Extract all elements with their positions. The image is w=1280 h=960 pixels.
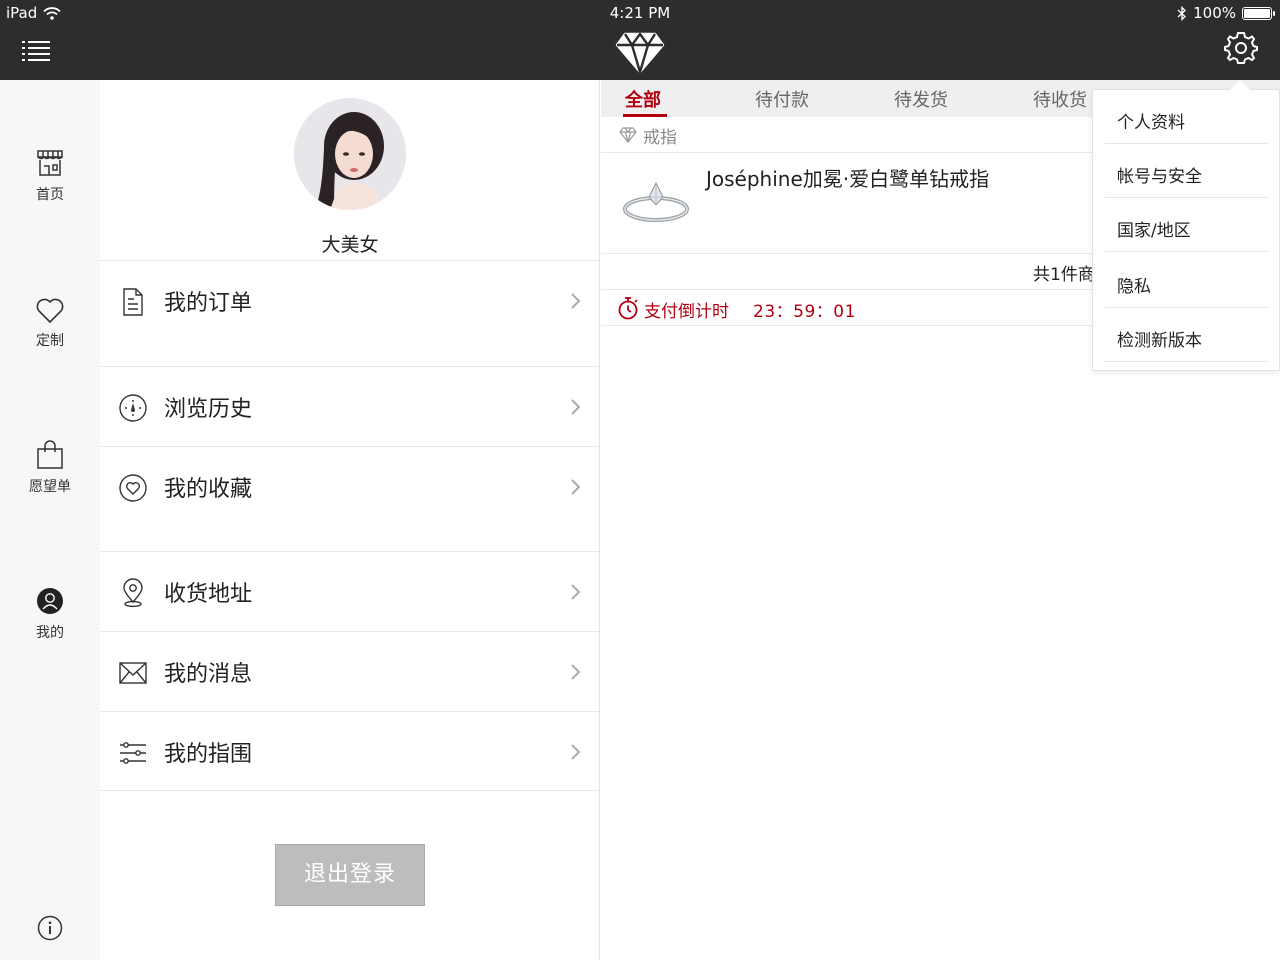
- profile-panel: 大美女 我的订单 浏览历史 我的收藏 收货地址 我的消息 我的指围 退出登录: [100, 80, 600, 960]
- tab-all[interactable]: 全部: [625, 86, 661, 112]
- menu-shipping-address[interactable]: 收货地址: [100, 551, 600, 631]
- settings-dropdown: 个人资料 帐号与安全 国家/地区 隐私 检测新版本: [1092, 80, 1280, 371]
- settings-check-update[interactable]: 检测新版本: [1105, 308, 1269, 362]
- menu-label: 我的消息: [164, 662, 253, 687]
- sidebar-item-mine[interactable]: 我的: [0, 586, 100, 642]
- diamond-logo-icon: [615, 32, 665, 74]
- location-pin-icon: [123, 578, 143, 608]
- menu-label: 我的指围: [164, 742, 253, 767]
- settings-privacy[interactable]: 隐私: [1105, 254, 1269, 308]
- shopping-bag-icon: [37, 440, 63, 469]
- settings-item-label: 个人资料: [1117, 113, 1185, 133]
- user-icon: [37, 588, 63, 614]
- chevron-right-icon: [571, 664, 581, 680]
- stopwatch-icon: [618, 297, 638, 320]
- chevron-right-icon: [571, 744, 581, 760]
- tab-pending-shipment[interactable]: 待发货: [894, 86, 948, 112]
- settings-profile[interactable]: 个人资料: [1105, 90, 1269, 144]
- status-time: 4:21 PM: [609, 4, 671, 22]
- sidebar-item-wishlist[interactable]: 愿望单: [0, 440, 100, 496]
- diamond-outline-icon: [619, 127, 637, 143]
- list-menu-icon[interactable]: [22, 38, 52, 64]
- ring-product-image: [623, 181, 689, 222]
- document-icon: [123, 288, 143, 316]
- heart-icon: [36, 298, 64, 324]
- menu-my-messages[interactable]: 我的消息: [100, 631, 600, 711]
- tab-pending-payment[interactable]: 待付款: [755, 86, 809, 112]
- settings-item-label: 隐私: [1117, 277, 1151, 297]
- settings-country-region[interactable]: 国家/地区: [1105, 198, 1269, 252]
- sidebar-label-wishlist: 愿望单: [29, 479, 71, 495]
- compass-icon: [119, 394, 147, 422]
- sidebar-label-home: 首页: [36, 187, 64, 203]
- store-icon: [37, 150, 63, 176]
- product-name: Joséphine加冕·爱白鹭单钻戒指: [706, 167, 990, 191]
- battery-icon: [1242, 6, 1275, 20]
- menu-my-favorites[interactable]: 我的收藏: [100, 446, 600, 526]
- menu-my-orders[interactable]: 我的订单: [100, 260, 600, 340]
- menu-label: 收货地址: [164, 582, 253, 607]
- info-icon[interactable]: [37, 915, 63, 941]
- settings-item-label: 帐号与安全: [1117, 167, 1202, 187]
- chevron-right-icon: [571, 584, 581, 600]
- top-bar: iPad 4:21 PM 100%: [0, 0, 1280, 80]
- category-label: 戒指: [643, 128, 677, 148]
- username: 大美女: [321, 234, 379, 256]
- chevron-right-icon: [571, 399, 581, 415]
- menu-label: 浏览历史: [164, 397, 253, 422]
- countdown-label: 支付倒计时: [644, 302, 729, 322]
- menu-ring-size[interactable]: 我的指围: [100, 711, 600, 791]
- envelope-icon: [119, 662, 147, 684]
- countdown-time: 23：59：01: [753, 302, 856, 322]
- menu-label: 我的订单: [164, 291, 253, 316]
- sidebar: 首页 定制 愿望单 我的: [0, 80, 100, 960]
- heart-circle-icon: [119, 474, 147, 502]
- sidebar-item-home[interactable]: 首页: [0, 148, 100, 204]
- gear-icon[interactable]: [1224, 31, 1258, 65]
- settings-account-security[interactable]: 帐号与安全: [1105, 144, 1269, 198]
- avatar[interactable]: [294, 98, 406, 210]
- battery-percent: 100%: [1193, 4, 1236, 22]
- tab-pending-receipt[interactable]: 待收货: [1033, 86, 1087, 112]
- sliders-icon: [120, 742, 146, 764]
- avatar-image: [294, 98, 406, 210]
- sidebar-label-custom: 定制: [36, 333, 64, 349]
- settings-item-label: 检测新版本: [1117, 331, 1202, 351]
- sidebar-item-custom[interactable]: 定制: [0, 296, 100, 350]
- sidebar-label-mine: 我的: [36, 625, 64, 641]
- menu-label: 我的收藏: [164, 477, 253, 502]
- chevron-right-icon: [571, 293, 581, 309]
- chevron-right-icon: [571, 479, 581, 495]
- item-count: 共1件商: [1033, 265, 1095, 285]
- bluetooth-icon: [1177, 5, 1187, 21]
- settings-item-label: 国家/地区: [1117, 221, 1191, 241]
- status-bar: iPad 4:21 PM 100%: [0, 0, 1280, 26]
- logout-button[interactable]: 退出登录: [275, 844, 425, 906]
- menu-browse-history[interactable]: 浏览历史: [100, 366, 600, 446]
